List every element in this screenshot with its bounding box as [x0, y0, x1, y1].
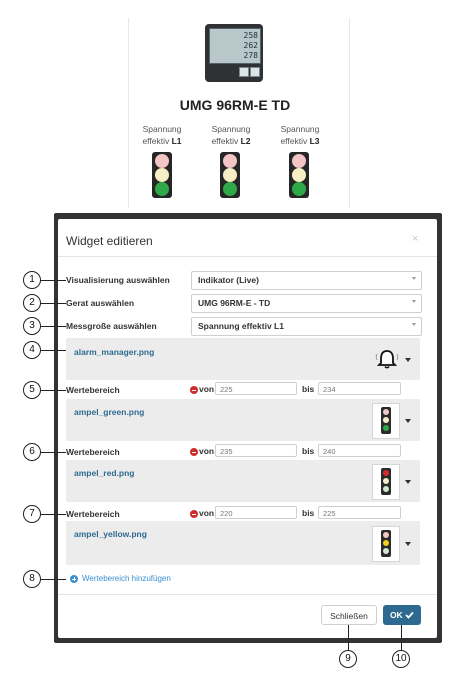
device-value: UMG 96RM-E - TD — [198, 298, 271, 308]
range-label: Wertebereich — [66, 385, 120, 395]
range-to-label: bis — [302, 446, 315, 456]
device-label: Gerat auswählen — [66, 298, 135, 308]
chevron-down-icon — [412, 277, 416, 280]
bell-icon[interactable] — [374, 348, 400, 370]
range-to-label: bis — [302, 384, 315, 394]
chevron-down-icon[interactable] — [405, 419, 411, 423]
range-label: Wertebereich — [66, 447, 120, 457]
callout-7: 7 — [23, 505, 41, 523]
meter-display: 258 262 278 — [209, 28, 261, 64]
ok-button-label: OK — [389, 610, 403, 620]
callout-leader — [40, 452, 66, 453]
range-from-label: von — [199, 508, 215, 518]
callout-leader — [40, 326, 66, 327]
checkmark-icon — [405, 611, 414, 619]
alarm-image-name: alarm_manager.png — [74, 347, 155, 357]
visualization-value: Indikator (Live) — [198, 275, 259, 285]
callout-leader — [348, 625, 349, 651]
chevron-down-icon[interactable] — [405, 480, 411, 484]
range-image-name: ampel_yellow.png — [74, 529, 147, 539]
traffic-light-icon — [220, 152, 240, 198]
traffic-light-green-icon[interactable] — [372, 403, 400, 439]
range-image-name: ampel_red.png — [74, 468, 135, 478]
range-from-label: von — [199, 384, 215, 394]
close-button[interactable]: Schließen — [321, 605, 377, 625]
range-from-label: von — [199, 446, 215, 456]
range-from-input[interactable]: 225 — [215, 382, 297, 395]
chevron-down-icon[interactable] — [405, 358, 411, 362]
measurement-select[interactable]: Spannung effektiv L1 — [191, 317, 422, 336]
alarm-image-box: alarm_manager.png — [66, 338, 420, 380]
traffic-light-red-icon[interactable] — [372, 464, 400, 500]
meter-line-1: 258 — [243, 31, 258, 40]
chevron-down-icon — [412, 300, 416, 303]
remove-range-icon[interactable] — [190, 448, 198, 456]
callout-leader — [40, 579, 66, 580]
range-from-input[interactable]: 235 — [215, 444, 297, 457]
callout-5: 5 — [23, 381, 41, 399]
lamp-label-l2: Spannung effektiv L2 — [211, 124, 251, 146]
meter-line-2: 262 — [243, 41, 258, 50]
callout-leader — [40, 303, 66, 304]
device-select[interactable]: UMG 96RM-E - TD — [191, 294, 422, 313]
chevron-down-icon[interactable] — [405, 542, 411, 546]
close-icon[interactable]: × — [412, 233, 418, 245]
remove-range-icon[interactable] — [190, 510, 198, 518]
callout-leader — [40, 350, 66, 351]
range-to-input[interactable]: 234 — [318, 382, 401, 395]
remove-range-icon[interactable] — [190, 386, 198, 394]
range-label: Wertebereich — [66, 509, 120, 519]
ok-button[interactable]: OK — [383, 605, 421, 625]
range-from-input[interactable]: 220 — [215, 506, 297, 519]
visualization-select[interactable]: Indikator (Live) — [191, 271, 422, 290]
visualization-label: Visualisierung auswählen — [66, 275, 170, 285]
measurement-label: Messgroße auswählen — [66, 321, 157, 331]
range-image-box: ampel_red.png — [66, 460, 420, 502]
meter-button — [250, 67, 260, 77]
callout-1: 1 — [23, 271, 41, 289]
measurement-value: Spannung effektiv L1 — [198, 321, 284, 331]
modal-footer-divider — [58, 594, 437, 595]
callout-leader — [40, 390, 66, 391]
chevron-down-icon — [412, 323, 416, 326]
traffic-light-icon — [289, 152, 309, 198]
traffic-light-yellow-icon[interactable] — [372, 526, 400, 562]
add-range-icon[interactable] — [70, 575, 78, 583]
callout-10: 10 — [392, 650, 410, 668]
callout-8: 8 — [23, 570, 41, 588]
callout-9: 9 — [339, 650, 357, 668]
range-to-input[interactable]: 240 — [318, 444, 401, 457]
device-title: UMG 96RM-E TD — [179, 97, 291, 113]
modal-header-divider — [58, 256, 437, 257]
meter-line-3: 278 — [243, 51, 258, 60]
callout-4: 4 — [23, 341, 41, 359]
range-image-box: ampel_green.png — [66, 399, 420, 441]
callout-leader — [401, 625, 402, 651]
lamp-label-l1: Spannung effektiv L1 — [142, 124, 182, 146]
range-to-label: bis — [302, 508, 315, 518]
callout-6: 6 — [23, 443, 41, 461]
range-image-name: ampel_green.png — [74, 407, 145, 417]
callout-leader — [40, 280, 66, 281]
power-meter-image: 258 262 278 — [205, 24, 263, 82]
add-range-link[interactable]: Wertebereich hinzufügen — [82, 574, 171, 583]
callout-2: 2 — [23, 294, 41, 312]
meter-button — [239, 67, 249, 77]
callout-leader — [40, 514, 66, 515]
traffic-light-icon — [152, 152, 172, 198]
range-to-input[interactable]: 225 — [318, 506, 401, 519]
modal-title: Widget editieren — [66, 234, 153, 248]
lamp-label-l3: Spannung effektiv L3 — [280, 124, 320, 146]
callout-3: 3 — [23, 317, 41, 335]
range-image-box: ampel_yellow.png — [66, 521, 420, 565]
